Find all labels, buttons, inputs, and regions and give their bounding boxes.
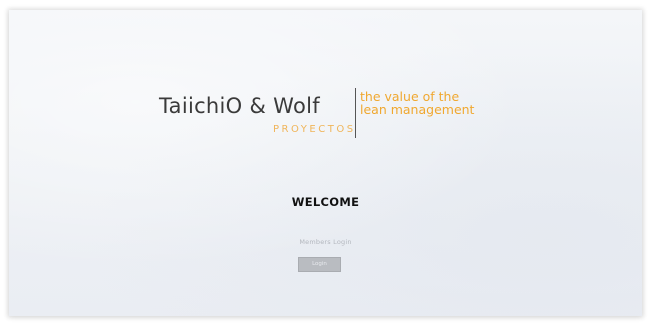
page-frame: TaiichiO & Wolf PROYECTOS the value of t… [9, 10, 642, 316]
login-button[interactable]: Login [298, 257, 341, 272]
logo-brand-subtitle: PROYECTOS [273, 124, 356, 135]
logo-divider [355, 88, 356, 138]
welcome-heading: WELCOME [291, 195, 360, 209]
members-login-link[interactable]: Members Login [9, 238, 642, 246]
logo-brand-name: TaiichiO & Wolf [159, 94, 320, 118]
site-logo: TaiichiO & Wolf PROYECTOS the value of t… [159, 80, 499, 150]
logo-tagline-line2: lean management [360, 102, 475, 117]
logo-tagline: the value of the lean management [360, 90, 474, 116]
